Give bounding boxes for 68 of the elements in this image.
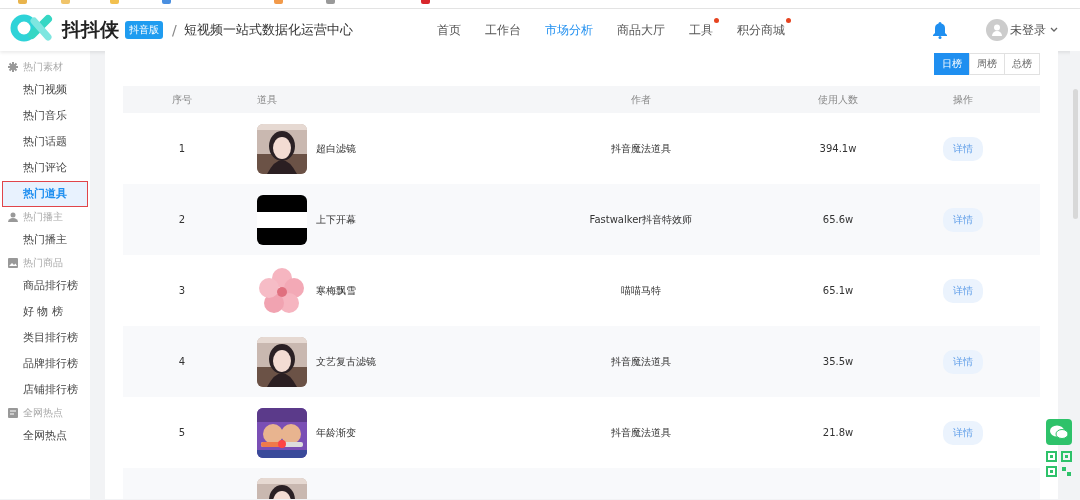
group-heading: 热门播主 — [23, 210, 63, 224]
tool-name: 年龄渐变 — [316, 425, 356, 440]
sidebar-item[interactable]: 好 物 榜 — [2, 299, 88, 325]
chat-icon[interactable] — [1046, 419, 1072, 445]
user-count: 35.5w — [822, 356, 854, 367]
author-name: Fastwalker抖音特效师 — [589, 212, 693, 227]
column-header: 道具 — [256, 92, 277, 107]
caret-icon[interactable] — [1050, 27, 1058, 33]
gear-icon — [8, 62, 18, 72]
nav-link[interactable]: 市场分析 — [532, 21, 605, 39]
user-name[interactable]: 未登录 — [1010, 22, 1046, 38]
bookmark-icon[interactable] — [325, 0, 335, 4]
scrollbar-thumb[interactable] — [1073, 89, 1078, 219]
logo-icon — [10, 13, 54, 43]
rank-number: 5 — [178, 427, 186, 438]
sidebar-item[interactable]: 品牌排行榜 — [2, 351, 88, 377]
user-count: 65.6w — [822, 214, 854, 225]
user-count: 65.1w — [822, 285, 854, 296]
sidebar-item[interactable]: 类目排行榜 — [2, 325, 88, 351]
nav-link[interactable]: 商品大厅 — [604, 21, 677, 39]
sidebar-item[interactable]: 热门话题 — [2, 129, 88, 155]
user-count: 21.8w — [822, 427, 854, 438]
sidebar-item[interactable]: 商品排行榜 — [2, 273, 88, 299]
tool-name: 文艺复古滤镜 — [316, 354, 376, 369]
rank-number: 1 — [178, 143, 186, 154]
column-header: 使用人数 — [818, 92, 858, 107]
person-icon — [8, 212, 18, 222]
group-heading: 热门素材 — [23, 60, 63, 74]
sidebar-item[interactable]: 热门音乐 — [2, 103, 88, 129]
author-name: 喵喵马特 — [621, 283, 661, 298]
author-name: 抖音魔法道具 — [611, 141, 671, 156]
tool-name: 超白滤镜 — [316, 141, 356, 156]
group-heading: 热门商品 — [23, 256, 63, 270]
rank-number: 3 — [178, 285, 186, 296]
sidebar-item[interactable]: 店铺排行榜 — [2, 377, 88, 403]
range-tab[interactable]: 总榜 — [1004, 53, 1040, 75]
nav-link[interactable]: 积分商城 — [724, 21, 797, 39]
sidebar-item[interactable]: 热门播主 — [2, 227, 88, 253]
nav-link[interactable]: 工作台 — [472, 21, 533, 39]
bookmark-icon[interactable] — [162, 0, 172, 4]
author-name: 抖音魔法道具 — [611, 425, 671, 440]
user-count: 394.1w — [819, 143, 857, 154]
nav-link[interactable]: 工具 — [676, 21, 725, 39]
sidebar-item[interactable]: 全网热点 — [2, 423, 88, 449]
column-header: 作者 — [631, 92, 651, 107]
bookmark-icon[interactable] — [421, 0, 431, 4]
rank-number: 4 — [178, 356, 186, 367]
bell-icon[interactable] — [932, 21, 948, 39]
brand-name: 抖抖侠 — [62, 17, 119, 42]
qr-code-icon[interactable] — [1046, 451, 1072, 477]
edition-badge: 抖音版 — [125, 21, 163, 39]
site-subtitle: 短视频一站式数据化运营中心 — [183, 21, 353, 39]
bookmark-icon[interactable] — [274, 0, 284, 4]
image-icon — [8, 258, 18, 268]
range-tab[interactable]: 周榜 — [969, 53, 1005, 75]
author-name: 抖音魔法道具 — [611, 354, 671, 369]
separator: / — [172, 22, 177, 38]
tool-name: 上下开幕 — [316, 212, 356, 227]
column-header: 操作 — [952, 92, 973, 107]
document-icon — [8, 408, 18, 418]
column-header: 序号 — [172, 92, 192, 107]
rank-number: 2 — [178, 214, 186, 225]
group-heading: 全网热点 — [23, 406, 63, 420]
avatar-icon[interactable] — [986, 19, 1008, 41]
tool-name: 寒梅飘雪 — [316, 283, 356, 298]
sidebar-item[interactable]: 热门视频 — [2, 77, 88, 103]
sidebar-item[interactable]: 热门评论 — [2, 155, 88, 181]
nav-link[interactable]: 首页 — [424, 21, 473, 39]
